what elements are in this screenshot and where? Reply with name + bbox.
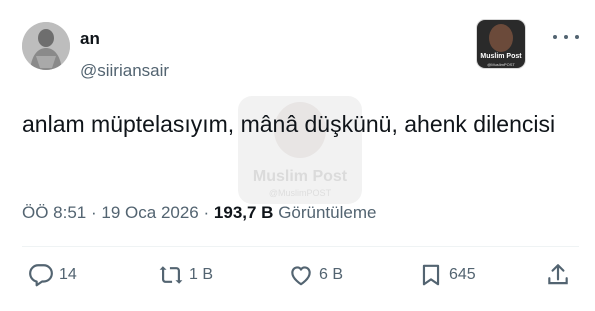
tweet-text: anlam müptelasıyım, mânâ düşkünü, ahenk … xyxy=(22,111,556,137)
repost-icon xyxy=(159,266,183,284)
badge-photo-icon xyxy=(489,24,513,52)
watermark-subtitle: @MuslimPOST xyxy=(268,188,332,198)
heart-icon xyxy=(291,266,311,286)
bookmark-icon xyxy=(422,264,440,286)
action-bar: 14 1 B 6 B 645 xyxy=(0,258,595,292)
repost-button[interactable]: 1 B xyxy=(158,258,213,292)
reply-icon xyxy=(29,264,53,287)
avatar-photo-icon xyxy=(22,22,70,70)
badge-title: Muslim Post xyxy=(480,53,522,60)
badge-subtitle: @MuslimPOST xyxy=(487,62,515,67)
watermark-title: Muslim Post xyxy=(252,168,348,185)
divider xyxy=(22,246,579,247)
share-icon xyxy=(548,264,568,285)
tweet-date[interactable]: 19 Oca 2026 xyxy=(101,203,198,222)
author-display-name[interactable]: an xyxy=(80,29,100,49)
meta-separator: · xyxy=(91,203,97,222)
author-handle[interactable]: @siiriansair xyxy=(80,61,169,81)
share-button[interactable] xyxy=(545,258,571,292)
bookmark-count: 645 xyxy=(449,266,476,283)
avatar[interactable] xyxy=(22,22,70,70)
affiliate-badge[interactable]: Muslim Post @MuslimPOST xyxy=(477,20,525,68)
reply-button[interactable]: 14 xyxy=(28,258,77,292)
views-count: 193,7 B xyxy=(213,203,274,222)
more-options-icon[interactable] xyxy=(553,30,579,44)
meta-separator: · xyxy=(203,203,210,222)
like-button[interactable]: 6 B xyxy=(288,258,343,292)
bookmark-button[interactable]: 645 xyxy=(418,258,476,292)
reply-count: 14 xyxy=(59,266,77,283)
views-label: Görüntüleme xyxy=(278,203,377,222)
tweet-meta: ÖÖ 8:51 · 19 Oca 2026 · 193,7 B Görüntül… xyxy=(22,202,376,224)
repost-count: 1 B xyxy=(189,266,214,283)
like-count: 6 B xyxy=(319,266,344,283)
tweet-time[interactable]: ÖÖ 8:51 xyxy=(22,203,86,222)
